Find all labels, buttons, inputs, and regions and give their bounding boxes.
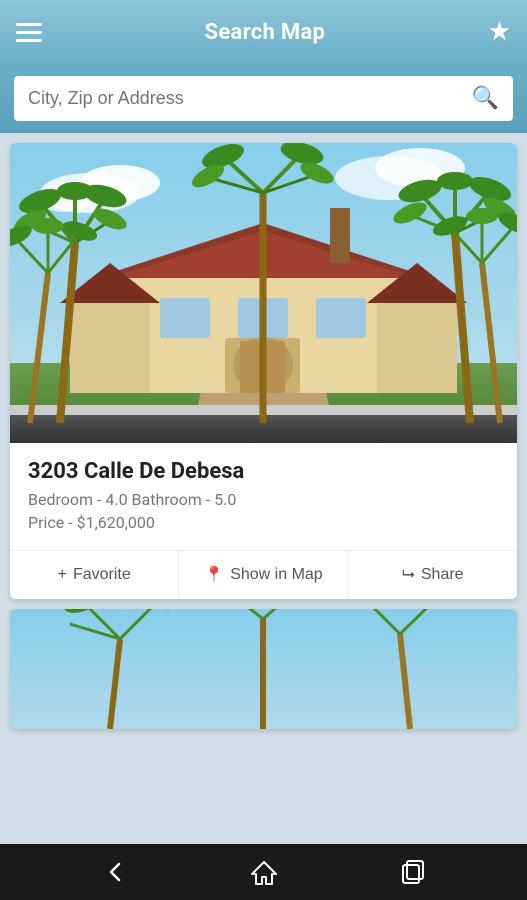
property-image[interactable] [10, 143, 517, 443]
map-pin-icon: 📍 [204, 565, 224, 585]
menu-button[interactable] [16, 23, 42, 42]
action-bar: + Favorite 📍 Show in Map ⮡ Share [10, 550, 517, 599]
page-title: Search Map [204, 20, 325, 45]
search-bar: 🔍 [14, 76, 513, 121]
listings-list: 3203 Calle De Debesa Bedroom - 4.0 Bathr… [0, 133, 527, 855]
property-info: 3203 Calle De Debesa Bedroom - 4.0 Bathr… [10, 443, 517, 550]
property-price: Price - $1,620,000 [28, 513, 499, 532]
show-in-map-label: Show in Map [230, 566, 323, 584]
favorites-button[interactable]: ★ [488, 17, 511, 47]
app-header: Search Map ★ [0, 0, 527, 64]
property-details: Bedroom - 4.0 Bathroom - 5.0 [28, 490, 499, 509]
favorite-label: Favorite [73, 566, 131, 584]
share-button[interactable]: ⮡ Share [349, 551, 517, 599]
share-label: Share [421, 566, 464, 584]
back-button[interactable] [101, 858, 129, 886]
favorite-button[interactable]: + Favorite [10, 551, 179, 599]
home-button[interactable] [250, 858, 278, 886]
search-input[interactable] [28, 88, 462, 109]
search-bar-container: 🔍 [0, 64, 527, 133]
show-in-map-button[interactable]: 📍 Show in Map [179, 551, 348, 599]
recents-button[interactable] [399, 858, 427, 886]
android-nav-bar [0, 844, 527, 900]
property-card-2[interactable] [10, 609, 517, 729]
search-icon[interactable]: 🔍 [472, 86, 499, 111]
plus-icon: + [58, 566, 67, 584]
property-image-2 [10, 609, 517, 729]
property-address: 3203 Calle De Debesa [28, 459, 499, 484]
share-icon: ⮡ [402, 566, 415, 584]
property-card: 3203 Calle De Debesa Bedroom - 4.0 Bathr… [10, 143, 517, 599]
